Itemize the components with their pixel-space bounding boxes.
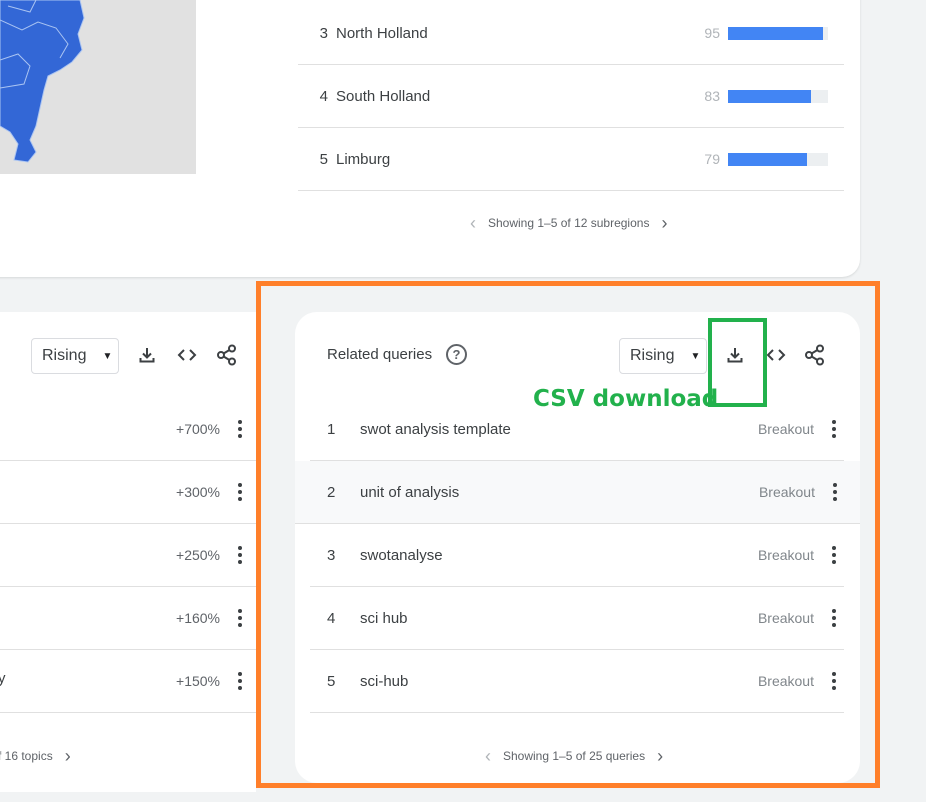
subregion-value: 79 (704, 151, 720, 167)
subregion-rank: 4 (319, 87, 328, 105)
query-label: swot analysis template (360, 420, 511, 438)
topic-value: +700% (176, 421, 220, 437)
subregion-row[interactable]: 5 Limburg 79 (298, 128, 844, 191)
more-vert-icon[interactable] (829, 483, 841, 501)
query-row[interactable]: 3 swotanalyse Breakout (310, 524, 844, 587)
topic-value: +160% (176, 610, 220, 626)
query-row[interactable]: 4 sci hub Breakout (310, 587, 844, 650)
query-value: Breakout (757, 610, 814, 626)
topic-value: +150% (176, 673, 220, 689)
query-label: sci-hub (360, 672, 409, 690)
topic-row[interactable]: +250% (0, 524, 256, 587)
query-rank: 5 (327, 672, 336, 690)
subregion-bar (728, 89, 828, 103)
more-vert-icon[interactable] (828, 672, 840, 690)
query-rank: 2 (327, 483, 336, 501)
query-value: Breakout (758, 484, 815, 500)
chevron-right-icon[interactable]: › (657, 747, 663, 765)
topic-label-partial: y (0, 670, 6, 687)
topic-row[interactable]: +700% (0, 398, 256, 461)
query-row[interactable]: 2 unit of analysis Breakout (295, 461, 860, 524)
csv-download-annotation: CSV download (533, 386, 719, 412)
topics-embed-code-icon[interactable] (173, 341, 201, 369)
subregion-bar-fill (728, 26, 823, 40)
region-map[interactable] (0, 0, 196, 174)
topic-value: +300% (176, 484, 220, 500)
query-value: Breakout (757, 421, 814, 437)
query-label: sci hub (360, 609, 408, 627)
query-rank: 4 (327, 609, 336, 627)
subregion-value: 95 (704, 25, 720, 41)
queries-share-icon[interactable] (801, 341, 829, 369)
query-value: Breakout (757, 673, 814, 689)
topics-pager-text: f 16 topics (0, 749, 53, 763)
chevron-left-icon[interactable]: ‹ (470, 214, 476, 232)
subregion-value: 83 (704, 88, 720, 104)
topics-share-icon[interactable] (213, 341, 241, 369)
help-icon[interactable]: ? (446, 344, 467, 365)
dropdown-caret-icon: ▼ (690, 350, 701, 362)
queries-embed-code-icon[interactable] (762, 341, 790, 369)
subregion-rank: 5 (319, 150, 328, 168)
topic-row[interactable]: +160% (0, 587, 256, 650)
subregion-bar-fill (728, 89, 811, 103)
subregion-bar-fill (728, 152, 807, 166)
query-rank: 1 (327, 420, 336, 438)
more-vert-icon[interactable] (828, 609, 840, 627)
query-label: swotanalyse (360, 546, 443, 564)
query-rank: 3 (327, 546, 336, 564)
csv-download-icon[interactable] (721, 341, 749, 369)
subregion-bar (728, 26, 828, 40)
more-vert-icon[interactable] (828, 420, 840, 438)
topics-pager: f 16 topics › (0, 747, 83, 765)
queries-pager-text: Showing 1–5 of 25 queries (503, 749, 646, 763)
subregion-row[interactable]: 3 North Holland 95 (298, 2, 844, 65)
queries-rising-dropdown[interactable]: Rising ▼ (619, 338, 707, 374)
subregion-pager-text: Showing 1–5 of 12 subregions (488, 216, 650, 230)
more-vert-icon[interactable] (828, 546, 840, 564)
queries-dropdown-value: Rising (630, 347, 675, 364)
chevron-right-icon[interactable]: › (661, 214, 667, 232)
topics-dropdown-value: Rising (42, 347, 87, 364)
query-row[interactable]: 5 sci-hub Breakout (310, 650, 844, 713)
topics-download-icon[interactable] (133, 341, 161, 369)
chevron-right-icon[interactable]: › (65, 747, 71, 765)
query-value: Breakout (757, 547, 814, 563)
more-vert-icon[interactable] (234, 609, 246, 627)
topic-row[interactable]: y +150% (0, 650, 256, 713)
subregion-name: Limburg (336, 150, 391, 168)
subregion-pager: ‹ Showing 1–5 of 12 subregions › (458, 214, 679, 232)
related-queries-title: Related queries (327, 346, 433, 363)
subregion-name: North Holland (336, 24, 428, 42)
chevron-left-icon[interactable]: ‹ (485, 747, 491, 765)
subregion-rank: 3 (319, 24, 328, 42)
more-vert-icon[interactable] (234, 546, 246, 564)
dropdown-caret-icon: ▼ (102, 350, 113, 362)
topics-rising-dropdown[interactable]: Rising ▼ (31, 338, 119, 374)
subregion-bar (728, 152, 828, 166)
query-label: unit of analysis (360, 483, 460, 501)
topic-value: +250% (176, 547, 220, 563)
topic-row[interactable]: +300% (0, 461, 256, 524)
subregion-row[interactable]: 4 South Holland 83 (298, 65, 844, 128)
more-vert-icon[interactable] (234, 483, 246, 501)
more-vert-icon[interactable] (234, 420, 246, 438)
queries-pager: ‹ Showing 1–5 of 25 queries › (473, 747, 675, 765)
subregion-name: South Holland (336, 87, 431, 105)
more-vert-icon[interactable] (234, 672, 246, 690)
